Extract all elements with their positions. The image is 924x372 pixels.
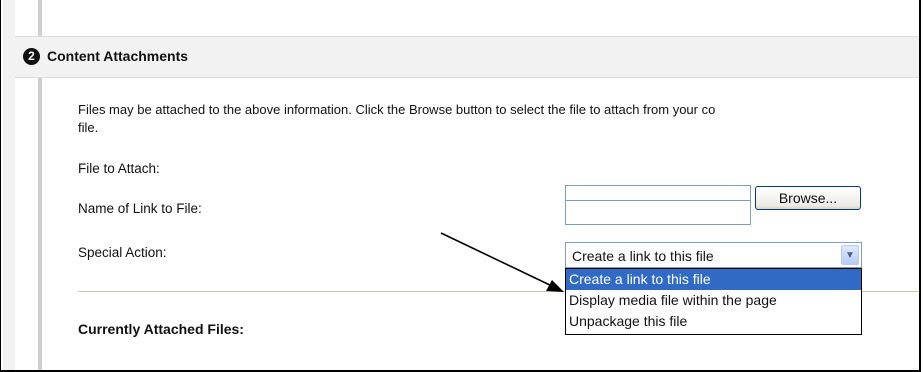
window-frame-left — [0, 0, 1, 372]
step-number-badge: 2 — [23, 48, 40, 65]
file-to-attach-label: File to Attach: — [78, 161, 160, 176]
link-name-label: Name of Link to File: — [78, 201, 202, 216]
browse-button[interactable]: Browse... — [755, 186, 861, 210]
dropdown-option-create-link[interactable]: Create a link to this file — [566, 269, 861, 290]
intro-text-line-2: file. — [78, 120, 99, 135]
special-action-label: Special Action: — [78, 245, 167, 260]
section-divider — [78, 291, 565, 292]
section-header: 2 Content Attachments — [15, 36, 919, 78]
window-frame-right — [919, 0, 921, 372]
left-rail — [3, 0, 15, 370]
dropdown-option-unpackage[interactable]: Unpackage this file — [566, 311, 861, 332]
dropdown-option-display-media[interactable]: Display media file within the page — [566, 290, 861, 311]
link-name-input[interactable] — [565, 200, 751, 225]
intro-text: Files may be attached to the above infor… — [78, 101, 919, 137]
special-action-select[interactable]: Create a link to this file ▼ — [565, 242, 862, 268]
special-action-selected-value: Create a link to this file — [572, 248, 714, 264]
special-action-dropdown-list: Create a link to this file Display media… — [565, 268, 862, 335]
section-divider-tail — [862, 291, 919, 292]
intro-text-line-1: Files may be attached to the above infor… — [78, 102, 716, 117]
chevron-down-icon[interactable]: ▼ — [841, 245, 859, 265]
currently-attached-files-heading: Currently Attached Files: — [78, 321, 244, 337]
section-title: Content Attachments — [47, 48, 189, 64]
